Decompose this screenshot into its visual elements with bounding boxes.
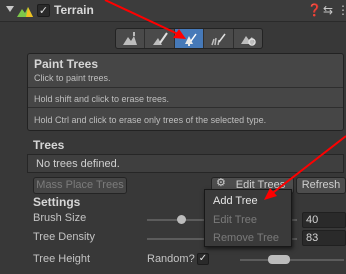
raise-lower-terrain-tool[interactable]	[116, 29, 146, 48]
foldout-arrow-icon[interactable]	[6, 6, 14, 12]
paint-trees-icon	[185, 33, 197, 46]
edit-trees-dropdown-menu: Add Tree Edit Tree Remove Tree	[204, 189, 292, 247]
terrain-icon	[17, 7, 33, 17]
paint-texture-tool[interactable]	[145, 29, 175, 48]
terrain-tool-toolbar	[115, 28, 263, 49]
paint-trees-tool[interactable]	[174, 29, 205, 48]
help-line: Click to paint trees.	[34, 73, 111, 83]
tree-height-range-track[interactable]	[240, 259, 344, 261]
raise-terrain-icon	[123, 31, 138, 45]
help-title: Paint Trees	[34, 57, 99, 71]
paint-details-tool[interactable]	[204, 29, 234, 48]
help-icon[interactable]: ❓	[307, 3, 322, 17]
paint-trees-help-box: Paint Trees Click to paint trees. Hold s…	[27, 53, 344, 131]
trees-section-title: Trees	[33, 138, 65, 152]
tree-density-label: Tree Density	[33, 231, 95, 243]
brush-size-label: Brush Size	[33, 212, 87, 224]
tree-list-empty-text: No trees defined.	[36, 158, 120, 170]
settings-section-title: Settings	[33, 195, 81, 209]
tree-height-range-handle[interactable]	[268, 255, 290, 264]
help-divider	[28, 87, 343, 88]
tree-prototype-list[interactable]: No trees defined.	[27, 154, 344, 173]
terrain-settings-icon	[240, 35, 256, 46]
add-tree-menu-item[interactable]: Add Tree	[213, 195, 258, 207]
more-icon[interactable]: ⋮	[337, 3, 346, 17]
refresh-button[interactable]: Refresh	[296, 177, 346, 194]
help-divider	[28, 107, 343, 108]
edit-tree-menu-item[interactable]: Edit Tree	[213, 214, 257, 226]
remove-tree-menu-item[interactable]: Remove Tree	[213, 232, 279, 244]
help-line: Hold Ctrl and click to erase only trees …	[34, 115, 267, 125]
random-height-checkbox[interactable]: ✓	[197, 253, 209, 265]
tree-density-field[interactable]: 83	[302, 230, 346, 246]
mass-place-trees-button[interactable]: Mass Place Trees	[33, 177, 127, 194]
help-line: Hold shift and click to erase trees.	[34, 94, 170, 104]
component-enabled-checkbox[interactable]: ✓	[37, 4, 50, 17]
terrain-component-header: ✓ Terrain ❓ ⇆ ⋮	[0, 0, 346, 22]
brush-size-slider-thumb[interactable]	[177, 215, 186, 224]
paint-texture-icon	[152, 31, 168, 45]
random-label: Random?	[147, 253, 195, 265]
edit-trees-gear-icon: ⚙	[216, 176, 226, 189]
tree-height-label: Tree Height	[33, 253, 91, 265]
terrain-settings-tool[interactable]	[234, 29, 262, 48]
paint-details-icon	[211, 33, 227, 45]
component-title: Terrain	[54, 3, 94, 17]
preset-icon[interactable]: ⇆	[323, 3, 333, 17]
brush-size-field[interactable]: 40	[302, 212, 346, 228]
